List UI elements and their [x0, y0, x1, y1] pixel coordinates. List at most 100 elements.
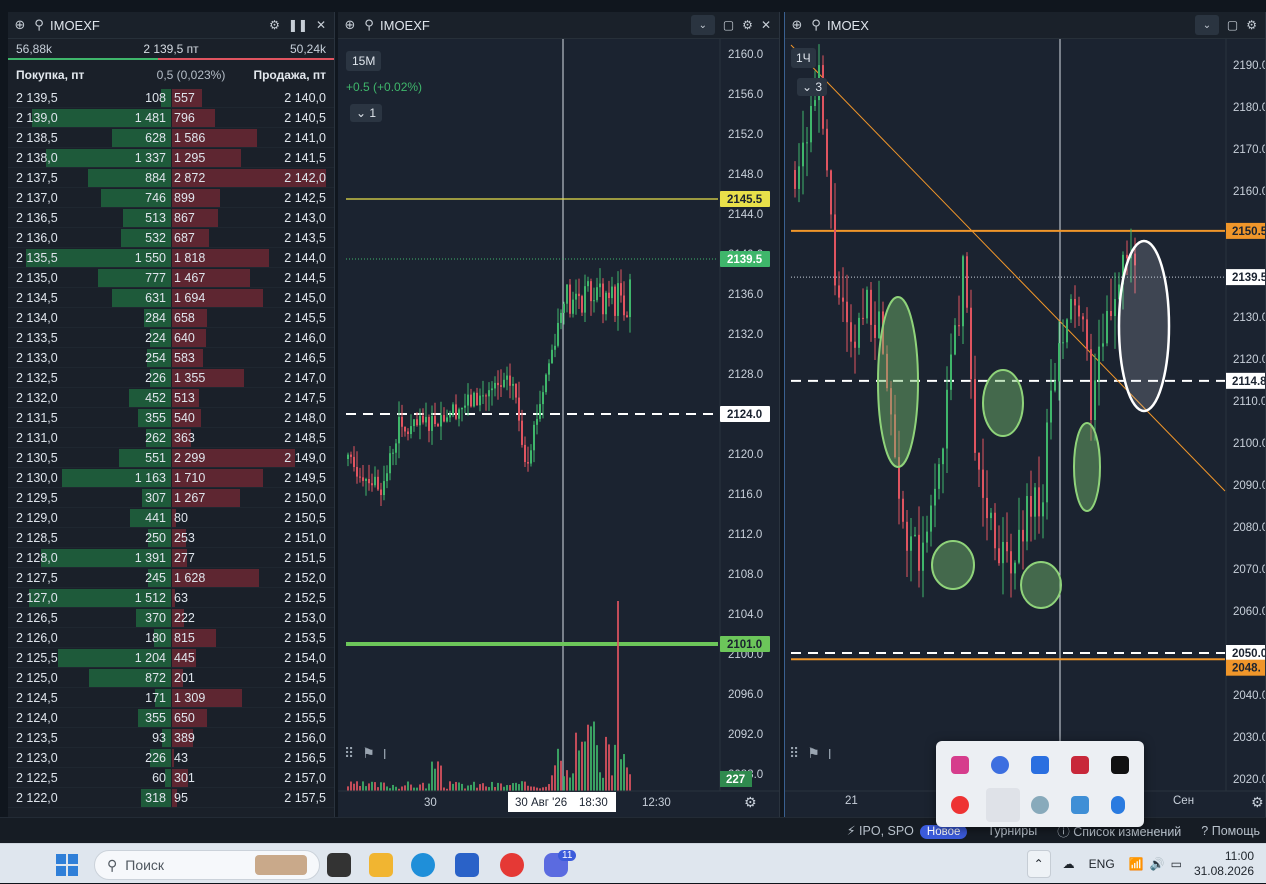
chevron-down-icon[interactable]: ⌄ [690, 15, 715, 35]
orderbook-row[interactable]: 2 128,0 1 391 277 2 151,5 [8, 548, 334, 568]
chart1-canvas[interactable]: 2160.02156.02152.02148.02144.02140.02136… [338, 39, 780, 817]
orderbook-row[interactable]: 2 130,5 551 2 299 2 149,0 [8, 448, 334, 468]
maximize-icon[interactable]: ▢ [723, 18, 734, 32]
orderbook-symbol[interactable]: IMOEXF [50, 18, 269, 33]
orderbook-row[interactable]: 2 139,0 1 481 796 2 140,5 [8, 108, 334, 128]
orderbook-row[interactable]: 2 124,0 355 650 2 155,5 [8, 708, 334, 728]
color-app-icon[interactable] [1031, 796, 1049, 814]
orderbook-row[interactable]: 2 124,5 171 1 309 2 155,0 [8, 688, 334, 708]
chevron-down-icon[interactable]: ⌄ [1194, 15, 1219, 35]
gear-icon[interactable]: ⚙ [269, 18, 280, 32]
orderbook-row[interactable]: 2 137,0 746 899 2 142,5 [8, 188, 334, 208]
orderbook-row[interactable]: 2 123,0 226 43 2 156,5 [8, 748, 334, 768]
candle-body [954, 325, 956, 355]
taskbar-search[interactable]: ⚲ Поиск [94, 850, 320, 880]
orderbook-row[interactable]: 2 134,0 284 658 2 145,5 [8, 308, 334, 328]
yandex-icon[interactable] [951, 796, 969, 814]
maximize-icon[interactable]: ▢ [1227, 18, 1238, 32]
pause-icon[interactable]: ❚❚ [288, 18, 308, 32]
windows-start-icon[interactable] [56, 854, 78, 876]
orderbook-row[interactable]: 2 131,5 355 540 2 148,0 [8, 408, 334, 428]
app-dark-icon[interactable] [1111, 756, 1129, 774]
orderbook-row[interactable]: 2 137,5 884 2 872 2 142,0 [8, 168, 334, 188]
orderbook-row[interactable]: 2 131,0 262 363 2 148,5 [8, 428, 334, 448]
app-circle-icon[interactable] [991, 756, 1009, 774]
candle-body [1018, 529, 1020, 563]
gear-icon[interactable]: ⚙ [742, 18, 753, 32]
orderbook-row[interactable]: 2 125,0 872 201 2 154,5 [8, 668, 334, 688]
orderbook-row[interactable]: 2 138,5 628 1 586 2 141,0 [8, 128, 334, 148]
yandex-browser-icon[interactable] [500, 853, 524, 877]
timeframe-button[interactable]: 1Ч [791, 48, 816, 68]
orderbook-row[interactable]: 2 127,0 1 512 63 2 152,5 [8, 588, 334, 608]
instagram-icon[interactable] [951, 756, 969, 774]
orderbook-row[interactable]: 2 139,5 108 557 2 140,0 [8, 88, 334, 108]
pen-icon[interactable] [986, 788, 1020, 822]
pin-icon[interactable]: ǀ [383, 746, 387, 762]
tray-overflow-chevron-icon[interactable]: ⌃ [1026, 850, 1051, 878]
orderbook-row[interactable]: 2 130,0 1 163 1 710 2 149,5 [8, 468, 334, 488]
orderbook-row[interactable]: 2 136,5 513 867 2 143,0 [8, 208, 334, 228]
bluetooth-icon[interactable] [1111, 796, 1125, 814]
orderbook-row[interactable]: 2 126,5 370 222 2 153,0 [8, 608, 334, 628]
clock[interactable]: 11:00 31.08.2026 [1194, 849, 1254, 879]
orderbook-row[interactable]: 2 136,0 532 687 2 143,5 [8, 228, 334, 248]
help-link[interactable]: ? Помощь [1201, 824, 1260, 838]
gear-icon[interactable]: ⚙ [1251, 794, 1264, 811]
orderbook-row[interactable]: 2 122,0 318 95 2 157,5 [8, 788, 334, 808]
language-indicator[interactable]: ENG [1089, 857, 1115, 871]
orderbook-row[interactable]: 2 133,5 224 640 2 146,0 [8, 328, 334, 348]
layers-toggle[interactable]: ⌄ 1 [350, 104, 383, 122]
add-icon[interactable]: ⊕ [785, 12, 809, 39]
orderbook-row[interactable]: 2 132,0 452 513 2 147,5 [8, 388, 334, 408]
orderbook-row[interactable]: 2 134,5 631 1 694 2 145,0 [8, 288, 334, 308]
drag-handle-icon[interactable]: ⠿ [344, 745, 354, 762]
shield-icon[interactable] [1071, 796, 1089, 814]
orderbook-row[interactable]: 2 135,0 777 1 467 2 144,5 [8, 268, 334, 288]
timeframe-button[interactable]: 15М [346, 51, 382, 71]
orderbook-row[interactable]: 2 132,5 226 1 355 2 147,0 [8, 368, 334, 388]
layers-toggle[interactable]: ⌄ 3 [797, 78, 828, 96]
orderbook-row[interactable]: 2 128,5 250 253 2 151,0 [8, 528, 334, 548]
orderbook-row[interactable]: 2 127,5 245 1 628 2 152,0 [8, 568, 334, 588]
chart2-symbol[interactable]: IMOEX [827, 18, 1195, 33]
gear-icon[interactable]: ⚙ [744, 794, 757, 811]
orderbook-row[interactable]: 2 138,0 1 337 1 295 2 141,5 [8, 148, 334, 168]
edge-icon[interactable] [411, 853, 435, 877]
store-icon[interactable] [455, 853, 479, 877]
close-icon[interactable]: ✕ [316, 18, 326, 32]
flag-icon[interactable]: ⚑ [362, 745, 375, 762]
orderbook-row[interactable]: 2 133,0 254 583 2 146,5 [8, 348, 334, 368]
search-icon[interactable]: ⚲ [809, 12, 823, 39]
orderbook-row[interactable]: 2 125,5 1 204 445 2 154,0 [8, 648, 334, 668]
search-icon[interactable]: ⚲ [32, 12, 46, 39]
candle-body [512, 383, 514, 386]
battery-icon[interactable]: ▭ [1171, 857, 1182, 871]
taskview-icon[interactable] [327, 853, 351, 877]
amd-icon[interactable] [1071, 756, 1089, 774]
search-highlight-image [255, 855, 307, 875]
orderbook-row[interactable]: 2 123,5 93 389 2 156,0 [8, 728, 334, 748]
orderbook-row[interactable]: 2 122,5 60 301 2 157,0 [8, 768, 334, 788]
search-icon[interactable]: ⚲ [362, 12, 376, 39]
file-explorer-icon[interactable] [369, 853, 393, 877]
volume-icon[interactable]: 🔊 [1150, 857, 1165, 871]
cloud-icon[interactable]: ☁ [1063, 857, 1075, 871]
orderbook-row[interactable]: 2 126,0 180 815 2 153,5 [8, 628, 334, 648]
wifi-icon[interactable]: 📶 [1129, 857, 1144, 871]
close-icon[interactable]: ✕ [761, 18, 771, 32]
lightning-icon: ⚡ [846, 824, 856, 838]
gear-icon[interactable]: ⚙ [1246, 18, 1257, 32]
dashed-price-tag: 2124.0 [727, 409, 762, 421]
flag-icon[interactable]: ⚑ [807, 745, 820, 762]
add-icon[interactable]: ⊕ [338, 12, 362, 39]
pin-icon[interactable]: ǀ [828, 746, 832, 762]
orderbook-row[interactable]: 2 129,5 307 1 267 2 150,0 [8, 488, 334, 508]
chart2-canvas[interactable]: 2190.02180.02170.02160.02150.02140.02130… [785, 39, 1266, 817]
app-blue-icon[interactable] [1031, 756, 1049, 774]
add-icon[interactable]: ⊕ [8, 12, 32, 39]
chart1-symbol[interactable]: IMOEXF [380, 18, 691, 33]
orderbook-row[interactable]: 2 135,5 1 550 1 818 2 144,0 [8, 248, 334, 268]
drag-handle-icon[interactable]: ⠿ [789, 745, 799, 762]
orderbook-row[interactable]: 2 129,0 441 80 2 150,5 [8, 508, 334, 528]
